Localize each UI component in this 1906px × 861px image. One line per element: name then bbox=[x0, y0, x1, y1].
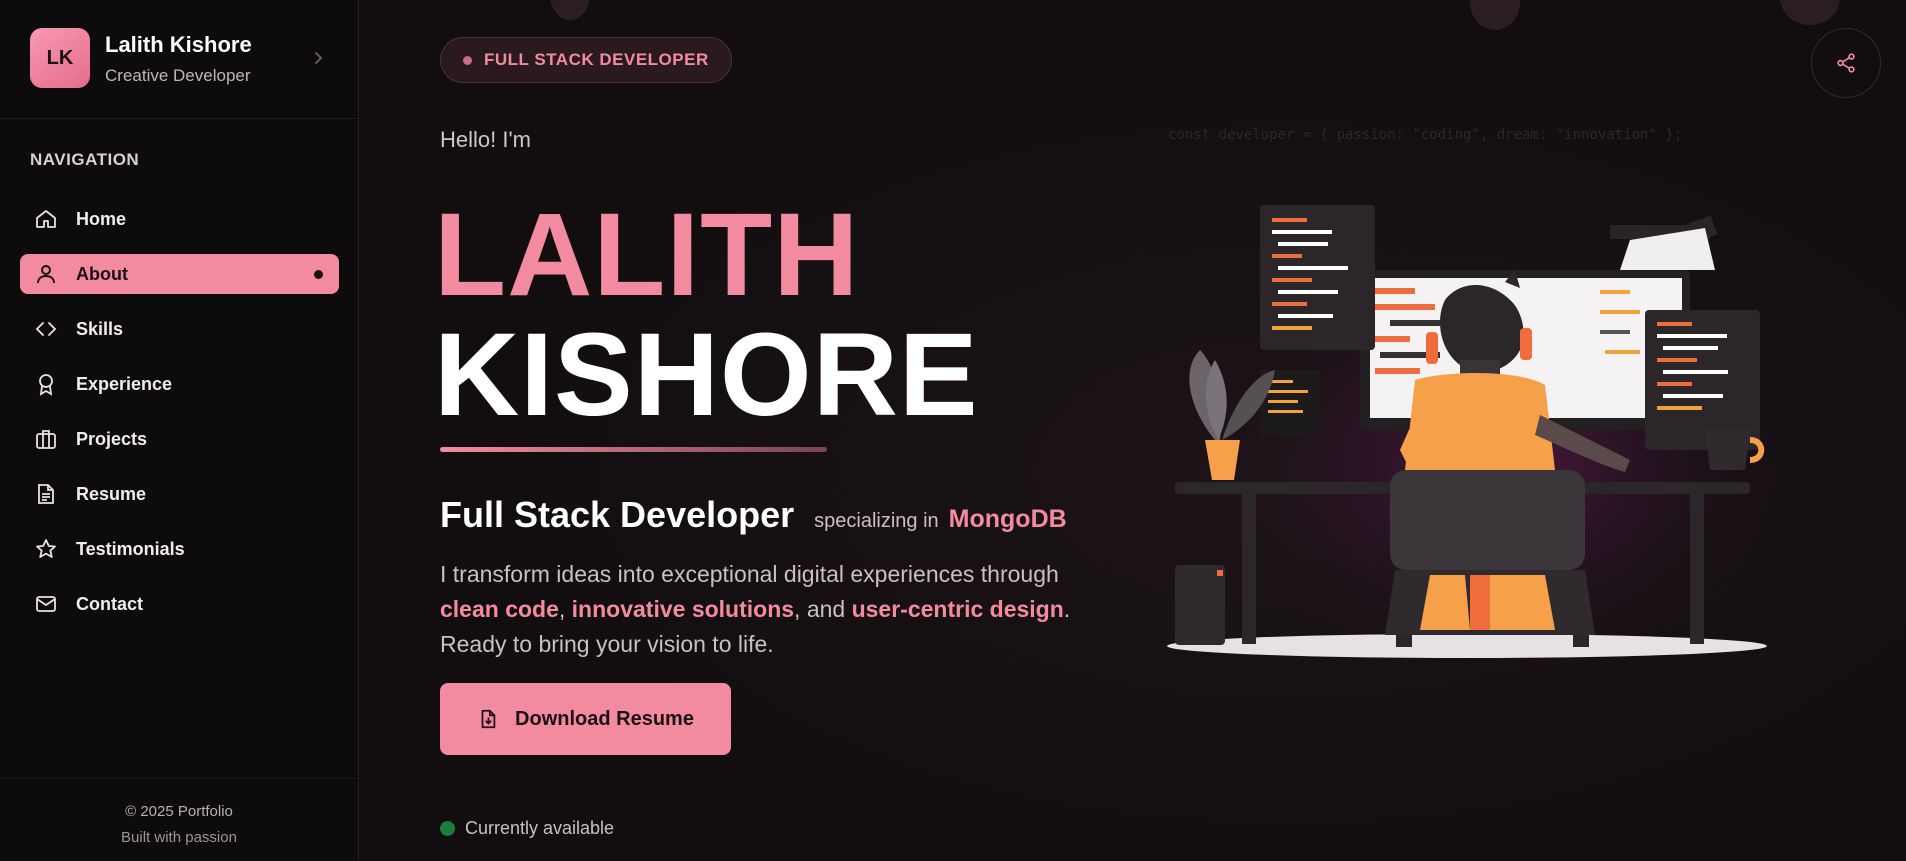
sidebar-item-testimonials[interactable]: Testimonials bbox=[20, 529, 339, 569]
share-button[interactable] bbox=[1811, 28, 1881, 98]
intro-description: I transform ideas into exceptional digit… bbox=[440, 557, 1100, 662]
sidebar-item-resume[interactable]: Resume bbox=[20, 474, 339, 514]
sidebar-item-label: Home bbox=[76, 208, 127, 229]
award-icon bbox=[34, 372, 58, 396]
name-underline bbox=[440, 447, 827, 452]
desc-highlight: user-centric design bbox=[851, 596, 1064, 622]
badge-dot bbox=[463, 55, 472, 65]
greeting: Hello! I'm bbox=[440, 127, 531, 152]
desc-highlight: innovative solutions bbox=[571, 596, 795, 622]
sidebar-item-skills[interactable]: Skills bbox=[20, 309, 339, 349]
mail-icon bbox=[34, 592, 58, 616]
sidebar-item-label: About bbox=[76, 263, 128, 284]
sidebar: LK Lalith Kishore Creative Developer NAV… bbox=[0, 0, 359, 860]
desc-text: I transform ideas into exceptional digit… bbox=[440, 561, 1059, 587]
home-icon bbox=[34, 207, 58, 231]
first-name: LALITH bbox=[434, 189, 860, 321]
brand[interactable]: LK Lalith Kishore Creative Developer bbox=[30, 28, 350, 90]
sidebar-footer: © 2025 Portfolio Built with passion bbox=[0, 778, 358, 861]
status-label: Currently available bbox=[465, 818, 615, 838]
tagline-text: Built with passion bbox=[121, 829, 237, 846]
document-icon bbox=[34, 482, 58, 506]
status-dot bbox=[440, 821, 455, 836]
download-resume-label: Download Resume bbox=[515, 707, 694, 730]
sidebar-item-label: Skills bbox=[76, 318, 124, 339]
sidebar-divider bbox=[0, 118, 358, 119]
nav-heading: NAVIGATION bbox=[30, 150, 140, 169]
download-resume-button[interactable]: Download Resume bbox=[440, 683, 731, 755]
sidebar-item-home[interactable]: Home bbox=[20, 199, 339, 239]
decor-blob bbox=[550, 0, 590, 20]
desc-text: , bbox=[558, 596, 572, 622]
copyright-text: © 2025 Portfolio bbox=[125, 803, 233, 820]
star-icon bbox=[34, 537, 58, 561]
last-name: KISHORE bbox=[434, 309, 979, 441]
file-download-icon bbox=[481, 709, 496, 729]
decor-blob bbox=[1780, 0, 1840, 25]
sidebar-item-label: Testimonials bbox=[76, 538, 185, 559]
desc-highlight: clean code bbox=[440, 596, 559, 622]
briefcase-icon bbox=[34, 427, 58, 451]
sidebar-item-about[interactable]: About bbox=[20, 254, 339, 294]
job-title: Full Stack Developer bbox=[440, 494, 795, 535]
brand-name: Lalith Kishore bbox=[105, 32, 252, 57]
subtitle: Full Stack Developer specializing in Mon… bbox=[440, 494, 1067, 536]
role-badge: FULL STACK DEVELOPER bbox=[440, 37, 732, 83]
sidebar-item-label: Contact bbox=[76, 593, 143, 614]
brand-role: Creative Developer bbox=[105, 66, 251, 85]
role-badge-label: FULL STACK DEVELOPER bbox=[484, 50, 709, 69]
sidebar-item-contact[interactable]: Contact bbox=[20, 584, 339, 624]
hero-section: FULL STACK DEVELOPER const developer = {… bbox=[360, 0, 1906, 860]
sidebar-item-label: Resume bbox=[76, 483, 147, 504]
share-icon bbox=[1837, 53, 1855, 73]
code-snippet: const developer = { passion: "coding", d… bbox=[1168, 127, 1683, 143]
sidebar-item-label: Projects bbox=[76, 428, 148, 449]
availability-status: Currently available bbox=[440, 818, 614, 839]
user-icon bbox=[34, 262, 58, 286]
code-icon bbox=[34, 317, 58, 341]
chevron-right-icon[interactable] bbox=[312, 48, 326, 68]
brand-logo: LK bbox=[30, 28, 90, 88]
sidebar-nav: Home About Skills Experience Projects Re… bbox=[20, 199, 339, 639]
decor-blob bbox=[1470, 0, 1520, 30]
developer-illustration bbox=[1167, 205, 1810, 670]
sidebar-item-label: Experience bbox=[76, 373, 173, 394]
sidebar-item-experience[interactable]: Experience bbox=[20, 364, 339, 404]
desc-text: , and bbox=[794, 596, 852, 622]
specializing-label: specializing in bbox=[814, 510, 939, 532]
sidebar-item-projects[interactable]: Projects bbox=[20, 419, 339, 459]
tech-highlight: MongoDB bbox=[948, 505, 1067, 533]
active-indicator bbox=[314, 270, 323, 279]
